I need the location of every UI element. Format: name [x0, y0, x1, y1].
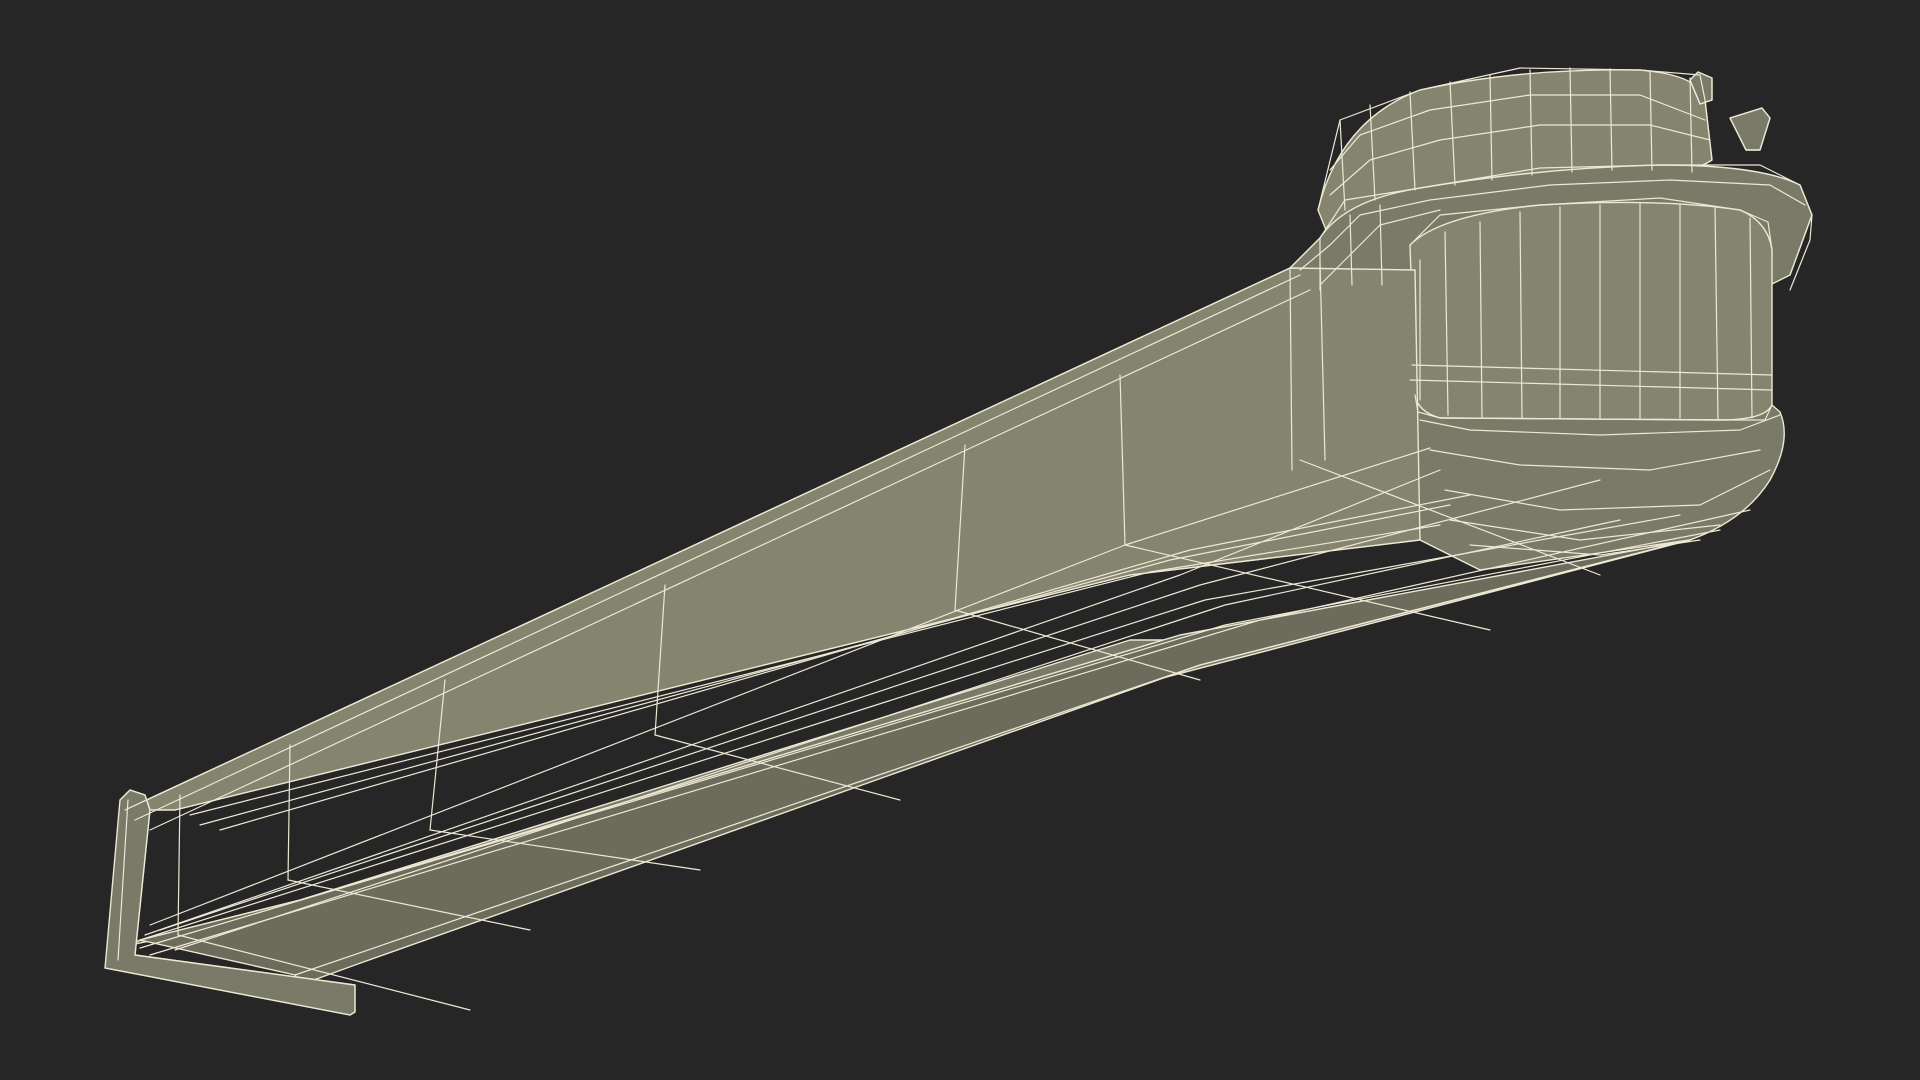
3d-viewport[interactable]	[0, 0, 1920, 1080]
wireframe-model-render	[104, 67, 1813, 1016]
wireframe-model	[104, 67, 1813, 1016]
beam-top-face	[124, 267, 1421, 811]
